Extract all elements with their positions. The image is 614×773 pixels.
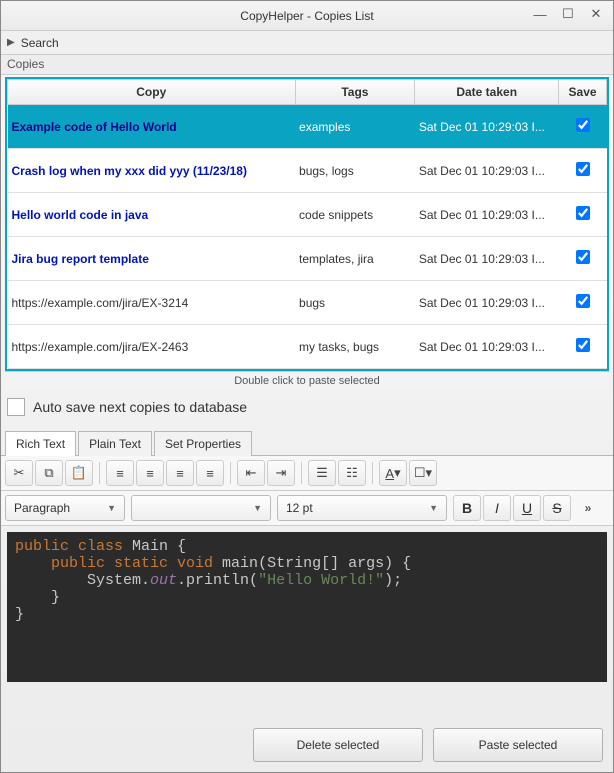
col-tags[interactable]: Tags	[295, 80, 415, 105]
table-cell	[559, 281, 607, 325]
autosave-row: Auto save next copies to database	[1, 390, 613, 424]
table-cell: Example code of Hello World	[8, 105, 296, 149]
table-row[interactable]: Jira bug report template templates, jiraS…	[8, 237, 607, 281]
save-checkbox[interactable]	[576, 294, 590, 308]
table-cell: Sat Dec 01 10:29:03 I...	[415, 325, 559, 369]
copy-button[interactable]: ⧉	[35, 460, 63, 486]
align-right-button[interactable]: ≡	[166, 460, 194, 486]
copy-link[interactable]: Hello world code in java	[12, 208, 149, 222]
window-controls: — ☐ ✕	[527, 3, 609, 25]
table-cell: https://example.com/jira/EX-2463	[8, 325, 296, 369]
table-cell: Sat Dec 01 10:29:03 I...	[415, 281, 559, 325]
table-row[interactable]: Example code of Hello World examplesSat D…	[8, 105, 607, 149]
table-cell: Sat Dec 01 10:29:03 I...	[415, 105, 559, 149]
table-cell: Crash log when my xxx did yyy (11/23/18)	[8, 149, 296, 193]
paste-selected-button[interactable]: Paste selected	[433, 728, 603, 762]
table-row[interactable]: Hello world code in java code snippetsSat…	[8, 193, 607, 237]
save-checkbox[interactable]	[576, 250, 590, 264]
indent-button[interactable]: ⇥	[267, 460, 295, 486]
paste-button[interactable]: 📋	[65, 460, 93, 486]
tab-rich-text[interactable]: Rich Text	[5, 431, 76, 456]
separator-icon	[301, 462, 302, 484]
table-cell: bugs, logs	[295, 149, 415, 193]
footer-buttons: Delete selected Paste selected	[1, 718, 613, 772]
separator-icon	[99, 462, 100, 484]
chevron-right-icon: ▶	[7, 37, 15, 48]
maximize-button[interactable]: ☐	[555, 3, 581, 25]
app-window: CopyHelper - Copies List — ☐ ✕ ▶ Search …	[0, 0, 614, 773]
separator-icon	[372, 462, 373, 484]
table-cell	[559, 237, 607, 281]
editor-tabs: Rich Text Plain Text Set Properties	[1, 430, 613, 456]
table-cell: Sat Dec 01 10:29:03 I...	[415, 149, 559, 193]
italic-button[interactable]: I	[483, 495, 511, 521]
font-combo[interactable]: ▼	[131, 495, 271, 521]
code-editor[interactable]: public class Main { public static void m…	[7, 532, 607, 682]
col-copy[interactable]: Copy	[8, 80, 296, 105]
col-date[interactable]: Date taken	[415, 80, 559, 105]
table-row[interactable]: https://example.com/jira/EX-3214bugsSat …	[8, 281, 607, 325]
search-expander[interactable]: ▶ Search	[1, 31, 613, 55]
window-title: CopyHelper - Copies List	[240, 9, 373, 23]
titlebar: CopyHelper - Copies List — ☐ ✕	[1, 1, 613, 31]
separator-icon	[230, 462, 231, 484]
table-cell: examples	[295, 105, 415, 149]
copy-link[interactable]: Jira bug report template	[12, 252, 149, 266]
align-justify-button[interactable]: ≡	[196, 460, 224, 486]
minimize-button[interactable]: —	[527, 3, 553, 25]
table-cell: bugs	[295, 281, 415, 325]
cut-button[interactable]: ✂	[5, 460, 33, 486]
table-cell: https://example.com/jira/EX-3214	[8, 281, 296, 325]
table-cell: Sat Dec 01 10:29:03 I...	[415, 237, 559, 281]
tab-plain-text[interactable]: Plain Text	[78, 431, 152, 456]
save-checkbox[interactable]	[576, 338, 590, 352]
chevron-down-icon: ▼	[107, 503, 116, 513]
table-cell	[559, 325, 607, 369]
table-cell: code snippets	[295, 193, 415, 237]
autosave-label: Auto save next copies to database	[33, 399, 247, 415]
copies-table: Copy Tags Date taken Save Example code o…	[7, 79, 607, 369]
chevron-down-icon: ▼	[253, 503, 262, 513]
size-combo[interactable]: 12 pt▼	[277, 495, 447, 521]
table-row[interactable]: Crash log when my xxx did yyy (11/23/18)…	[8, 149, 607, 193]
table-cell	[559, 149, 607, 193]
bold-button[interactable]: B	[453, 495, 481, 521]
autosave-checkbox[interactable]	[7, 398, 25, 416]
table-cell: Sat Dec 01 10:29:03 I...	[415, 193, 559, 237]
copy-link[interactable]: Example code of Hello World	[12, 120, 177, 134]
bullet-list-button[interactable]: ☰	[308, 460, 336, 486]
table-row[interactable]: https://example.com/jira/EX-2463my tasks…	[8, 325, 607, 369]
save-checkbox[interactable]	[576, 162, 590, 176]
save-checkbox[interactable]	[576, 118, 590, 132]
table-cell	[559, 105, 607, 149]
more-button[interactable]: »	[577, 501, 599, 515]
table-cell: templates, jira	[295, 237, 415, 281]
editor-toolbar-2: Paragraph▼ ▼ 12 pt▼ B I U S »	[1, 491, 613, 526]
tab-set-properties[interactable]: Set Properties	[154, 431, 252, 456]
align-left-button[interactable]: ≡	[106, 460, 134, 486]
copy-link[interactable]: Crash log when my xxx did yyy (11/23/18)	[12, 164, 247, 178]
paste-hint: Double click to paste selected	[5, 371, 609, 390]
table-cell: my tasks, bugs	[295, 325, 415, 369]
underline-button[interactable]: U	[513, 495, 541, 521]
copies-section-label: Copies	[1, 55, 613, 75]
outdent-button[interactable]: ⇤	[237, 460, 265, 486]
editor-toolbar-1: ✂ ⧉ 📋 ≡ ≡ ≡ ≡ ⇤ ⇥ ☰ ☷ A▾ ☐▾	[1, 456, 613, 491]
table-cell: Hello world code in java	[8, 193, 296, 237]
paragraph-combo[interactable]: Paragraph▼	[5, 495, 125, 521]
delete-selected-button[interactable]: Delete selected	[253, 728, 423, 762]
number-list-button[interactable]: ☷	[338, 460, 366, 486]
chevron-down-icon: ▼	[429, 503, 438, 513]
copies-table-wrap: Copy Tags Date taken Save Example code o…	[5, 77, 609, 371]
col-save[interactable]: Save	[559, 80, 607, 105]
font-color-button[interactable]: A▾	[379, 460, 407, 486]
save-checkbox[interactable]	[576, 206, 590, 220]
strike-button[interactable]: S	[543, 495, 571, 521]
highlight-button[interactable]: ☐▾	[409, 460, 437, 486]
close-button[interactable]: ✕	[583, 3, 609, 25]
table-cell	[559, 193, 607, 237]
align-center-button[interactable]: ≡	[136, 460, 164, 486]
table-cell: Jira bug report template	[8, 237, 296, 281]
search-label: Search	[21, 36, 59, 50]
